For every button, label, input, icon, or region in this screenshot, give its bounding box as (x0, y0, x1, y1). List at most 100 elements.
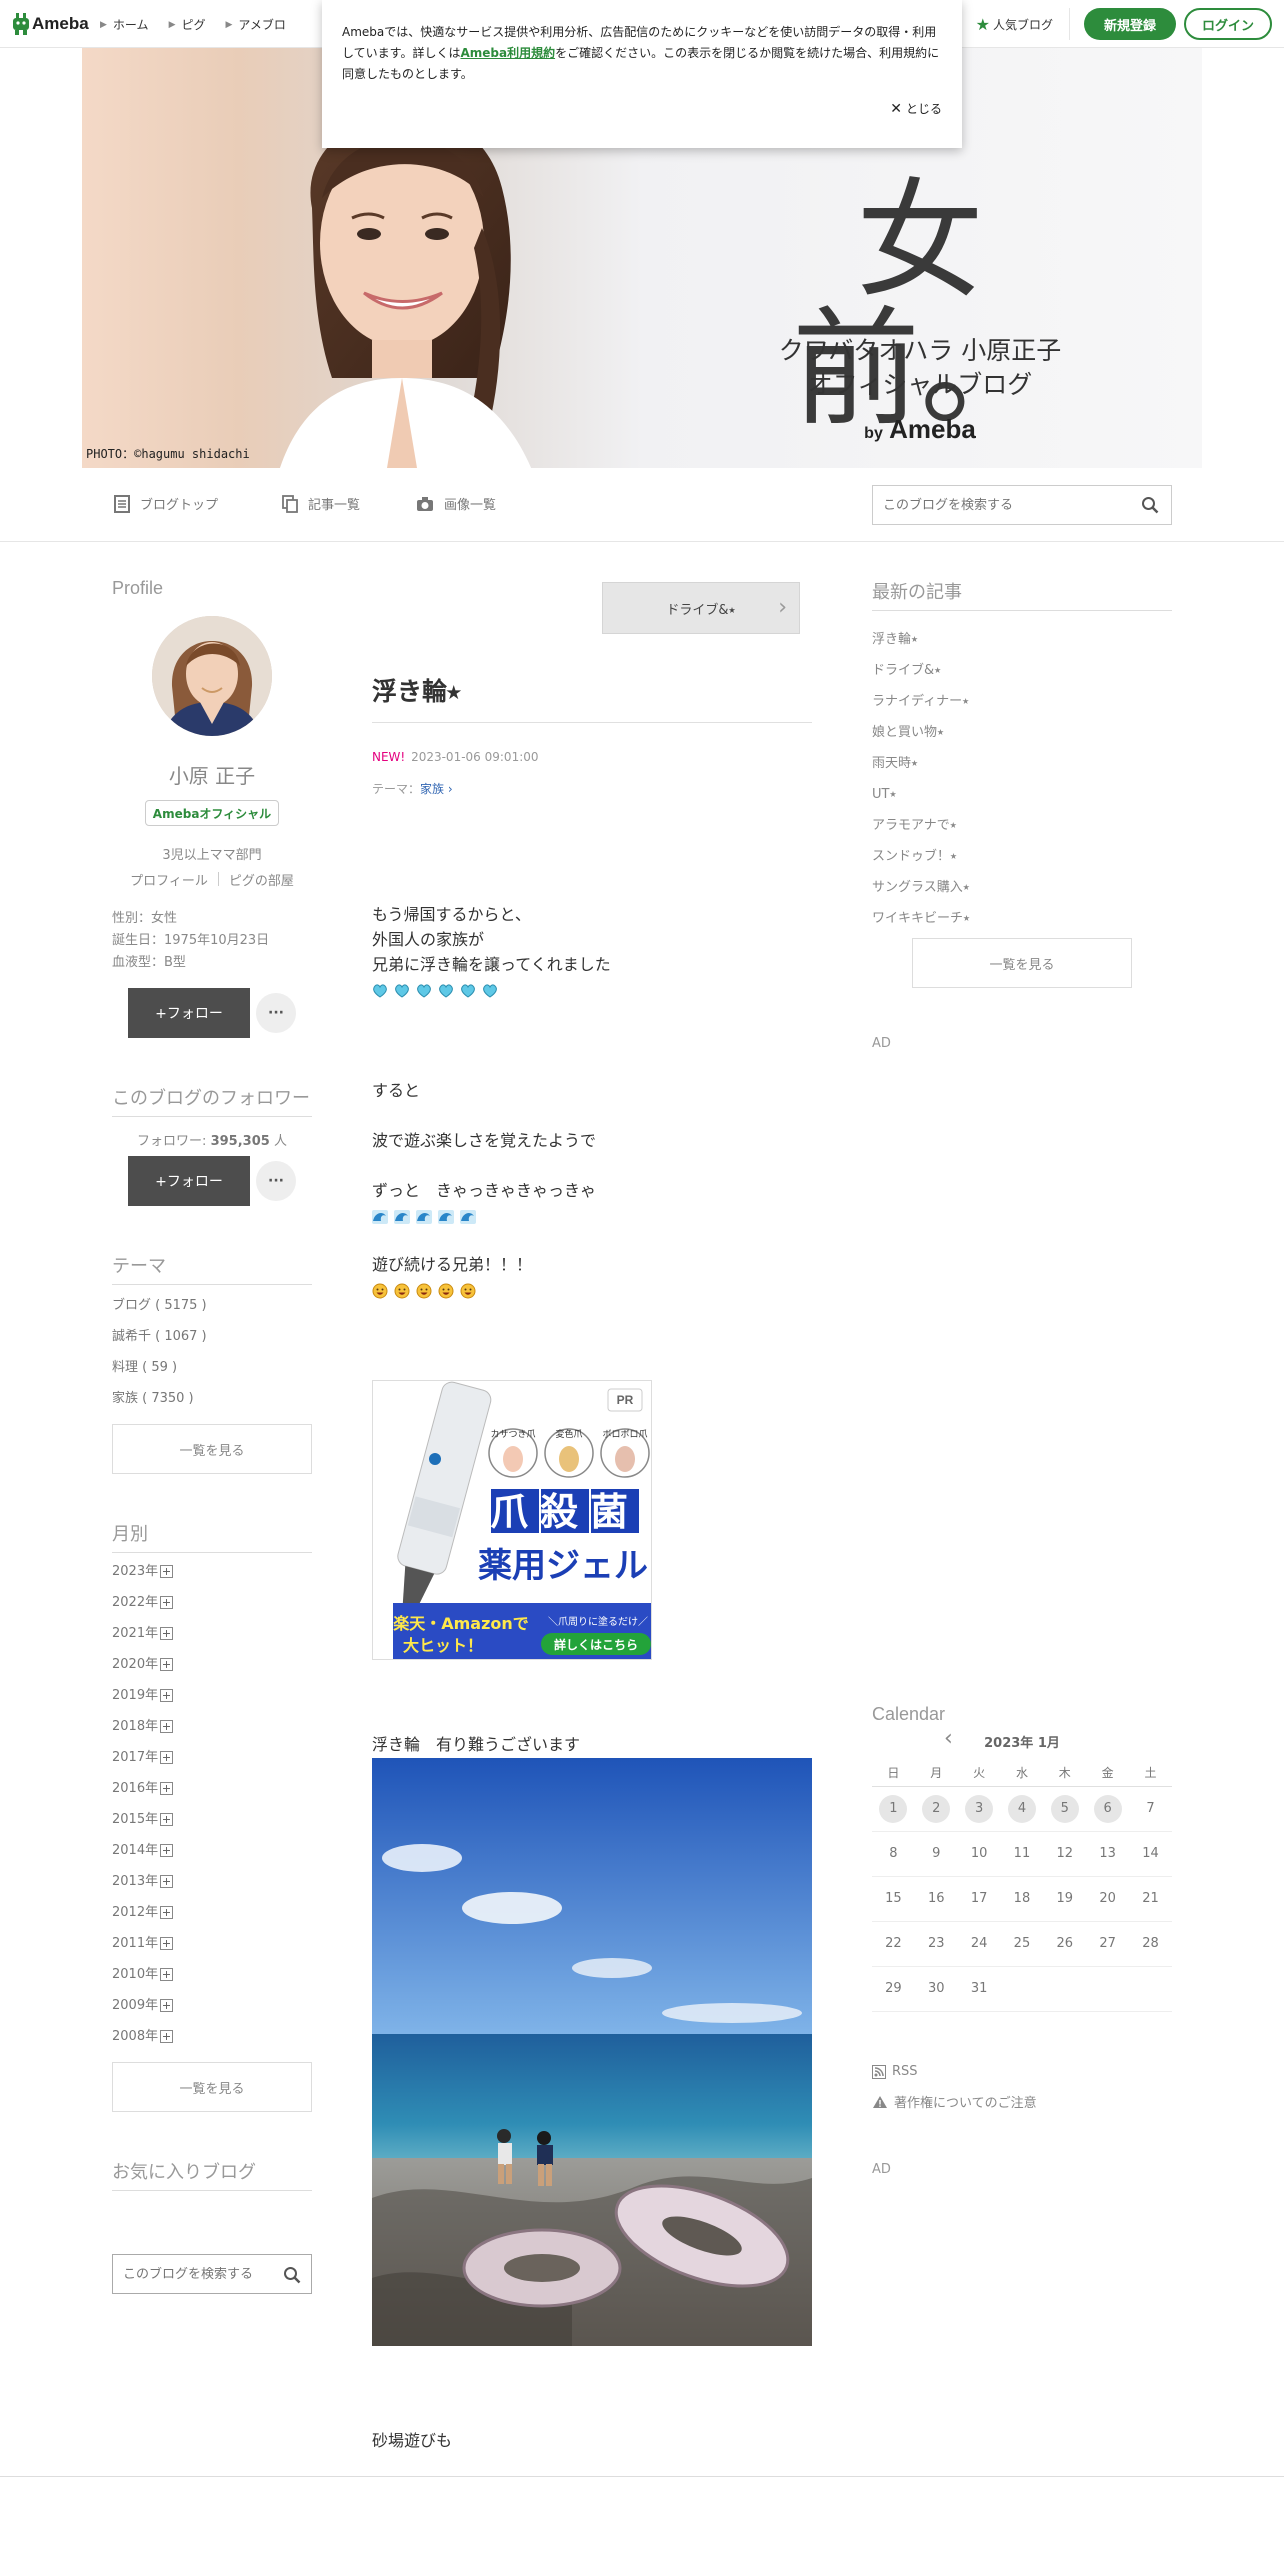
latest-item[interactable]: 浮き輪⭑ (872, 624, 970, 655)
cookie-consent-dialog: Amebaでは、快適なサービス提供や利用分析、広告配信のためにクッキーなどを使い… (322, 0, 962, 148)
expand-icon[interactable] (160, 2030, 174, 2043)
theme-item[interactable]: 家族 ( 7350 ) (112, 1383, 207, 1414)
month-item[interactable]: 2023年 (112, 1556, 174, 1587)
ameba-mascot-icon (13, 13, 29, 35)
nav-home[interactable]: ▶ ホーム (100, 16, 149, 33)
month-item[interactable]: 2008年 (112, 2021, 174, 2052)
profile-name[interactable]: 小原 正子 (112, 760, 312, 789)
nav-pig[interactable]: ▶ ピグ (169, 16, 206, 33)
month-item[interactable]: 2021年 (112, 1618, 174, 1649)
expand-icon[interactable] (160, 1596, 174, 1609)
login-button[interactable]: ログイン (1184, 8, 1272, 40)
themes-more-button[interactable]: 一覧を見る (112, 1424, 312, 1474)
month-item[interactable]: 2013年 (112, 1866, 174, 1897)
theme-link[interactable]: 家族 (420, 782, 444, 796)
blog-search-input[interactable] (873, 487, 1123, 523)
month-item[interactable]: 2010年 (112, 1959, 174, 1990)
nav-blog-top[interactable]: ブログトップ (114, 494, 218, 513)
copyright-link[interactable]: 著作権についてのご注意 (872, 2092, 1037, 2111)
expand-icon[interactable] (160, 1906, 174, 1919)
byline-by: by (864, 425, 883, 442)
avatar[interactable] (152, 616, 272, 736)
more-button-2[interactable]: ··· (256, 1161, 296, 1201)
entry-meta: NEW! 2023-01-06 09:01:00 (372, 750, 539, 764)
nav-image-list[interactable]: 画像一覧 (416, 494, 496, 513)
calendar-day[interactable]: 4 (1007, 1794, 1036, 1823)
smile-face-icon (438, 1283, 454, 1298)
theme-item[interactable]: 誠希千 ( 1067 ) (112, 1321, 207, 1352)
follower-count-value: 395,305 (210, 1134, 270, 1149)
profile-link[interactable]: プロフィール (130, 870, 208, 889)
month-item[interactable]: 2015年 (112, 1804, 174, 1835)
ad-banner[interactable]: PR カサつき爪 変色爪 ボロボロ爪 爪殺菌 薬用ジェル 楽天・Amazonで … (372, 1380, 652, 1660)
calendar-day[interactable]: 5 (1050, 1794, 1079, 1823)
expand-icon[interactable] (160, 1813, 174, 1826)
expand-icon[interactable] (160, 1937, 174, 1950)
popular-blog-link[interactable]: ★ 人気ブログ (976, 8, 1070, 40)
register-button[interactable]: 新規登録 (1084, 8, 1176, 40)
month-label: 2021年 (112, 1626, 159, 1641)
expand-icon[interactable] (160, 1658, 174, 1671)
calendar-day[interactable]: 6 (1093, 1794, 1122, 1823)
official-badge[interactable]: Amebaオフィシャル (145, 800, 279, 826)
latest-item[interactable]: サングラス購入⭑ (872, 872, 970, 903)
previous-entry-button[interactable]: ドライブ&⭑ › (602, 582, 800, 634)
nav-article-list-label: 記事一覧 (308, 498, 361, 513)
latest-item[interactable]: ラナイディナー⭑ (872, 686, 970, 717)
expand-icon[interactable] (160, 1844, 174, 1857)
month-item[interactable]: 2011年 (112, 1928, 174, 1959)
entry-line: 外国人の家族が (372, 930, 485, 949)
calendar-day[interactable]: 3 (965, 1794, 994, 1823)
latest-item[interactable]: ワイキキビーチ⭑ (872, 903, 970, 934)
expand-icon[interactable] (160, 1782, 174, 1795)
entry-title[interactable]: 浮き輪⭑ (372, 672, 461, 708)
monthly-more-button[interactable]: 一覧を見る (112, 2062, 312, 2112)
terms-link[interactable]: Ameba利用規約 (460, 46, 555, 60)
calendar-day: 22 (885, 1936, 902, 1951)
month-item[interactable]: 2012年 (112, 1897, 174, 1928)
calendar-day[interactable]: 2 (922, 1794, 951, 1823)
expand-icon[interactable] (160, 1875, 174, 1888)
search-icon[interactable] (283, 2266, 301, 2284)
follow-button[interactable]: +フォロー (128, 988, 250, 1038)
month-item[interactable]: 2016年 (112, 1773, 174, 1804)
latest-item[interactable]: 娘と買い物⭑ (872, 717, 970, 748)
expand-icon[interactable] (160, 1689, 174, 1702)
ad-headline-1: 爪殺菌 (490, 1490, 640, 1534)
nav-article-list[interactable]: 記事一覧 (282, 494, 360, 513)
month-item[interactable]: 2014年 (112, 1835, 174, 1866)
expand-icon[interactable] (160, 1968, 174, 1981)
theme-item[interactable]: 料理 ( 59 ) (112, 1352, 207, 1383)
latest-item[interactable]: スンドゥブ！⭑ (872, 841, 970, 872)
month-item[interactable]: 2009年 (112, 1990, 174, 2021)
expand-icon[interactable] (160, 1999, 174, 2012)
beach-photo[interactable] (372, 1758, 812, 2346)
expand-icon[interactable] (160, 1751, 174, 1764)
theme-item[interactable]: ブログ ( 5175 ) (112, 1290, 207, 1321)
more-button[interactable]: ··· (256, 993, 296, 1033)
latest-item[interactable]: UT⭑ (872, 779, 970, 810)
expand-icon[interactable] (160, 1627, 174, 1640)
month-item[interactable]: 2019年 (112, 1680, 174, 1711)
favorites-search-input[interactable] (113, 2266, 273, 2282)
nav-ameblo[interactable]: ▶ アメブロ (226, 16, 286, 33)
expand-icon[interactable] (160, 1565, 174, 1578)
calendar-day[interactable]: 1 (879, 1794, 908, 1823)
pig-room-link[interactable]: ピグの部屋 (229, 870, 294, 889)
follow-button-2[interactable]: +フォロー (128, 1156, 250, 1206)
calendar-day: 31 (970, 1981, 988, 1996)
month-item[interactable]: 2017年 (112, 1742, 174, 1773)
ameba-logo[interactable]: Ameba (12, 12, 89, 36)
month-item[interactable]: 2018年 (112, 1711, 174, 1742)
month-item[interactable]: 2022年 (112, 1587, 174, 1618)
latest-more-button[interactable]: 一覧を見る (912, 938, 1132, 988)
search-icon[interactable] (1141, 496, 1159, 514)
rss-link[interactable]: RSS (872, 2064, 918, 2079)
cookie-close-button[interactable]: ✕ とじる (890, 100, 942, 117)
ad-label-2: 変色爪 (555, 1428, 582, 1440)
latest-item[interactable]: アラモアナで⭑ (872, 810, 970, 841)
latest-item[interactable]: 雨天時⭑ (872, 748, 970, 779)
expand-icon[interactable] (160, 1720, 174, 1733)
latest-item[interactable]: ドライブ&⭑ (872, 655, 970, 686)
month-item[interactable]: 2020年 (112, 1649, 174, 1680)
